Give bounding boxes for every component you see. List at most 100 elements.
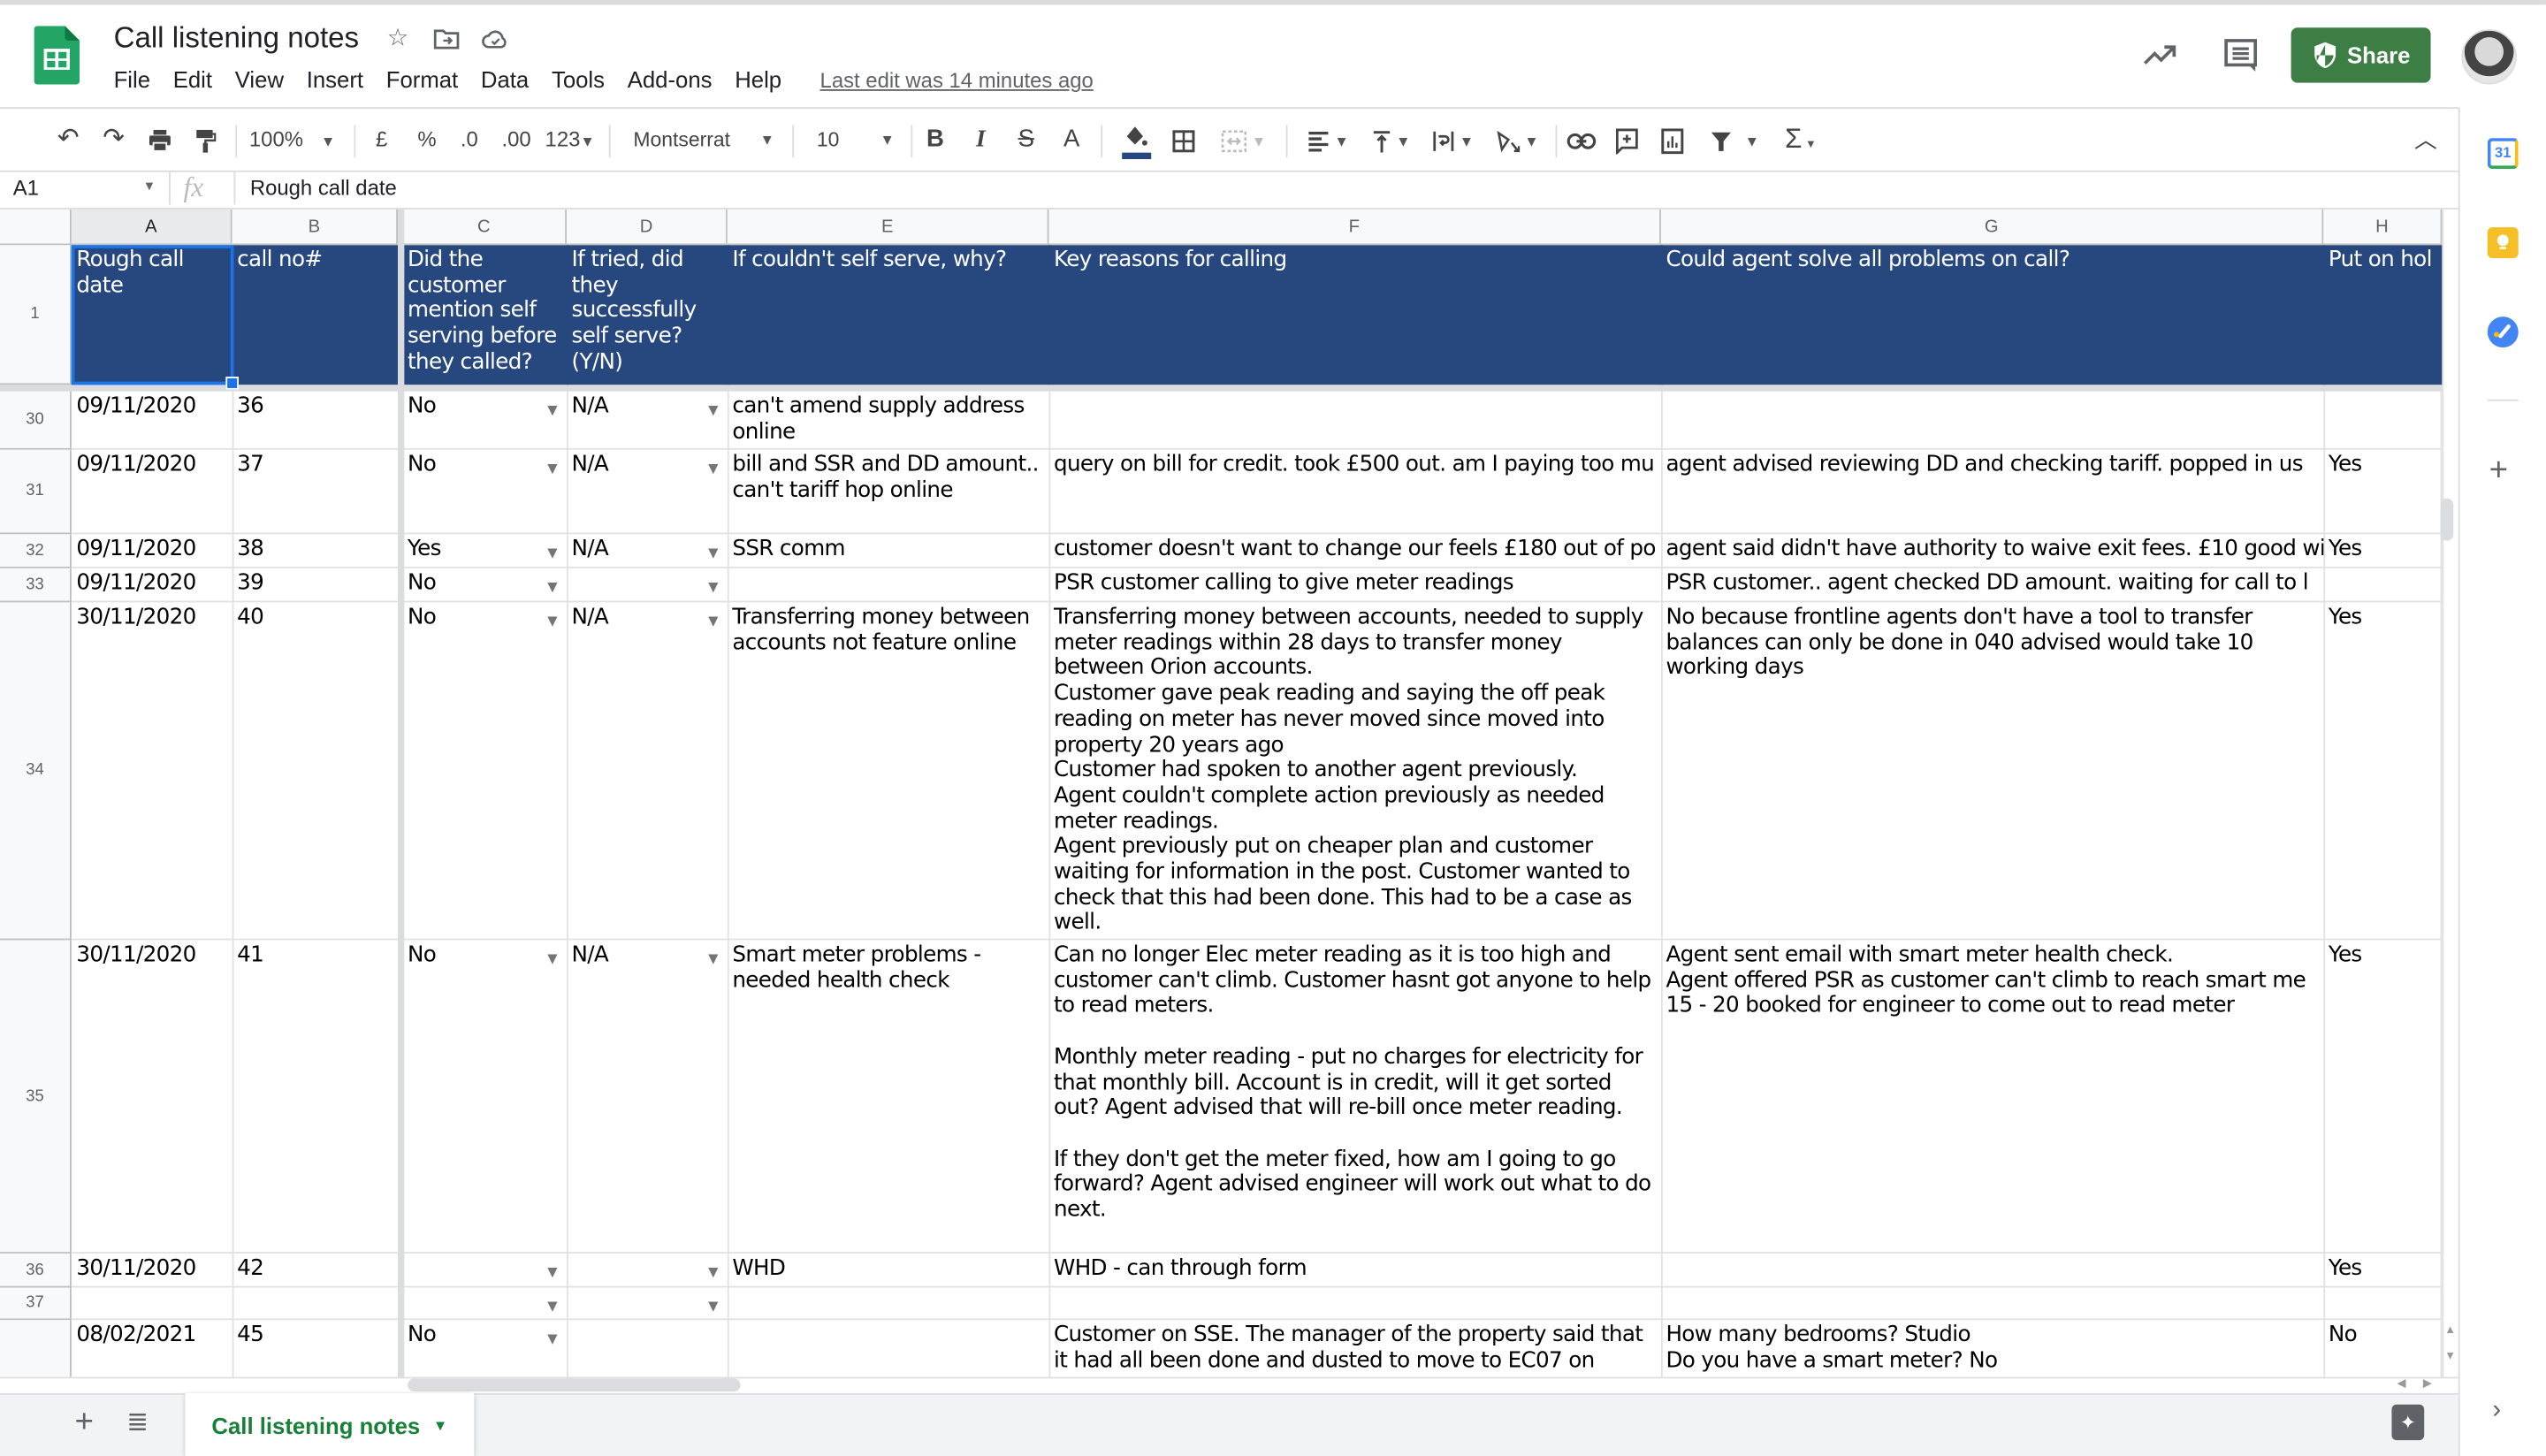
cell-a[interactable]: 09/11/2020 [71, 568, 234, 603]
keep-icon[interactable] [2487, 227, 2519, 259]
dropdown-arrow-icon[interactable]: ▼ [547, 609, 557, 635]
tasks-icon[interactable] [2487, 316, 2519, 348]
cell-g[interactable]: Agent sent email with smart meter health… [1660, 940, 2326, 1254]
cell-d[interactable]: ▼ [567, 1253, 729, 1288]
cell-h[interactable] [2323, 1287, 2443, 1321]
header-cell-g[interactable]: Could agent solve all problems on call? [1660, 245, 2326, 385]
font-size-select[interactable]: 10 ▼ [804, 109, 901, 171]
cell-c[interactable]: ▼ [402, 1287, 568, 1321]
print-icon[interactable] [143, 109, 176, 171]
cell-a[interactable]: 30/11/2020 [71, 1253, 234, 1288]
insert-comment-icon[interactable] [1611, 109, 1643, 171]
dropdown-arrow-icon[interactable]: ▼ [547, 456, 557, 482]
cell-e[interactable]: Transferring money between accounts not … [727, 602, 1051, 941]
column-header-f[interactable]: F [1048, 209, 1661, 246]
dropdown-arrow-icon[interactable]: ▼ [708, 1294, 718, 1319]
cell-h[interactable]: Yes [2323, 940, 2443, 1254]
row-header[interactable]: 37 [0, 1287, 72, 1321]
vertical-scroll-thumb[interactable] [2440, 498, 2454, 541]
cell-f[interactable] [1048, 391, 1663, 450]
frozen-row-divider[interactable] [0, 385, 2443, 392]
calendar-icon[interactable]: 31 [2487, 138, 2519, 170]
collapse-toolbar-icon[interactable]: ︿ [2410, 109, 2443, 171]
cell-e[interactable]: Smart meter problems - needed health che… [727, 940, 1051, 1254]
decrease-decimal-button[interactable]: .0 [452, 109, 487, 171]
row-header[interactable]: 1 [0, 245, 72, 385]
dropdown-arrow-icon[interactable]: ▼ [547, 398, 557, 423]
cell-f[interactable]: Customer on SSE. The manager of the prop… [1049, 1320, 1663, 1377]
cell-g[interactable]: How many bedrooms? Studio Do you have a … [1661, 1320, 2326, 1377]
all-sheets-menu-icon[interactable]: ≣ [126, 1406, 149, 1439]
cell-f[interactable]: Transferring money between accounts, nee… [1048, 602, 1663, 941]
sheet-tab-call-listening-notes[interactable]: Call listening notes ▼ [185, 1392, 475, 1456]
scroll-up-icon[interactable]: ▲ [2441, 1323, 2460, 1339]
cell-c[interactable]: No ▼ [403, 1320, 568, 1377]
cell-d[interactable]: N/A ▼ [567, 391, 729, 450]
zoom-select[interactable]: 100% ▼ [244, 109, 341, 171]
header-cell-d[interactable]: If tried, did they successfully self ser… [567, 245, 729, 385]
menu-file[interactable]: File [103, 66, 162, 92]
dropdown-arrow-icon[interactable]: ▼ [708, 541, 718, 567]
column-header-h[interactable]: H [2323, 209, 2443, 246]
cell-f[interactable]: WHD - can through form [1048, 1253, 1663, 1288]
cell-g[interactable]: agent said didn't have authority to waiv… [1660, 534, 2326, 568]
undo-icon[interactable]: ↶ [52, 109, 85, 171]
menu-insert[interactable]: Insert [295, 66, 375, 92]
scroll-left-icon[interactable]: ◀ [2391, 1377, 2411, 1393]
dropdown-arrow-icon[interactable]: ▼ [708, 398, 718, 423]
cell-b[interactable]: 38 [232, 534, 400, 568]
cell-c[interactable]: No ▼ [402, 940, 568, 1254]
last-edit-link[interactable]: Last edit was 14 minutes ago [820, 68, 1094, 93]
cell-d[interactable]: ▼ [567, 1287, 729, 1321]
row-header[interactable]: 30 [0, 391, 72, 450]
menu-view[interactable]: View [224, 66, 295, 92]
column-header-d[interactable]: D [567, 209, 728, 246]
header-cell-e[interactable]: If couldn't self serve, why? [727, 245, 1051, 385]
cell-g[interactable]: agent advised reviewing DD and checking … [1660, 449, 2326, 535]
cell-h[interactable]: Yes [2323, 602, 2443, 941]
menu-format[interactable]: Format [375, 66, 469, 92]
name-box[interactable]: A1 [13, 175, 39, 200]
cell-e[interactable] [727, 1287, 1051, 1321]
row-header[interactable]: 31 [0, 449, 72, 535]
cell-e[interactable]: can't amend supply address online [727, 391, 1051, 450]
fill-handle[interactable] [225, 377, 239, 390]
cell-e[interactable] [727, 568, 1051, 603]
cell-d[interactable]: N/A ▼ [567, 602, 729, 941]
cell-b[interactable]: 42 [232, 1253, 400, 1288]
row-header[interactable]: 36 [0, 1253, 72, 1288]
cell-e[interactable]: WHD [727, 1253, 1051, 1288]
cell-g[interactable] [1660, 1287, 2326, 1321]
column-header-a[interactable]: A [71, 209, 232, 246]
menu-edit[interactable]: Edit [162, 66, 224, 92]
explore-icon[interactable]: ✦ [2391, 1404, 2425, 1441]
insert-link-icon[interactable] [1566, 109, 1598, 171]
cell-g[interactable]: No because frontline agents don't have a… [1660, 602, 2326, 941]
header-cell-b[interactable]: call no# [232, 245, 400, 385]
vertical-align-icon[interactable]: ▼ [1364, 109, 1419, 171]
comments-icon[interactable] [2222, 35, 2260, 74]
cell-a[interactable]: 08/02/2021 [72, 1320, 234, 1377]
cell-d[interactable]: ▼ [567, 568, 729, 603]
menu-tools[interactable]: Tools [540, 66, 616, 92]
cell-b[interactable]: 36 [232, 391, 400, 450]
document-title[interactable]: Call listening notes [114, 21, 360, 56]
column-header-b[interactable]: B [232, 209, 398, 246]
chevron-down-icon[interactable]: ▼ [143, 179, 156, 194]
get-addons-plus-icon[interactable]: + [2489, 453, 2508, 490]
cell-c[interactable]: No ▼ [402, 568, 568, 603]
dropdown-arrow-icon[interactable]: ▼ [547, 1260, 557, 1285]
dropdown-arrow-icon[interactable]: ▼ [708, 456, 718, 482]
italic-button[interactable]: I [966, 109, 995, 171]
functions-button[interactable]: Σ ▼ [1776, 109, 1825, 171]
add-sheet-icon[interactable]: + [74, 1405, 93, 1442]
cell-h[interactable]: No [2323, 1320, 2443, 1377]
scroll-right-icon[interactable]: ▶ [2418, 1377, 2437, 1393]
font-family-select[interactable]: Montserrat ▼ [623, 109, 779, 171]
text-wrapping-icon[interactable]: ▼ [1426, 109, 1481, 171]
sheets-logo-icon[interactable] [34, 26, 80, 85]
row-header[interactable] [0, 1320, 72, 1377]
currency-format-button[interactable]: £ [367, 109, 396, 171]
cell-a[interactable]: 09/11/2020 [71, 449, 234, 535]
cell-d[interactable] [567, 1320, 729, 1377]
